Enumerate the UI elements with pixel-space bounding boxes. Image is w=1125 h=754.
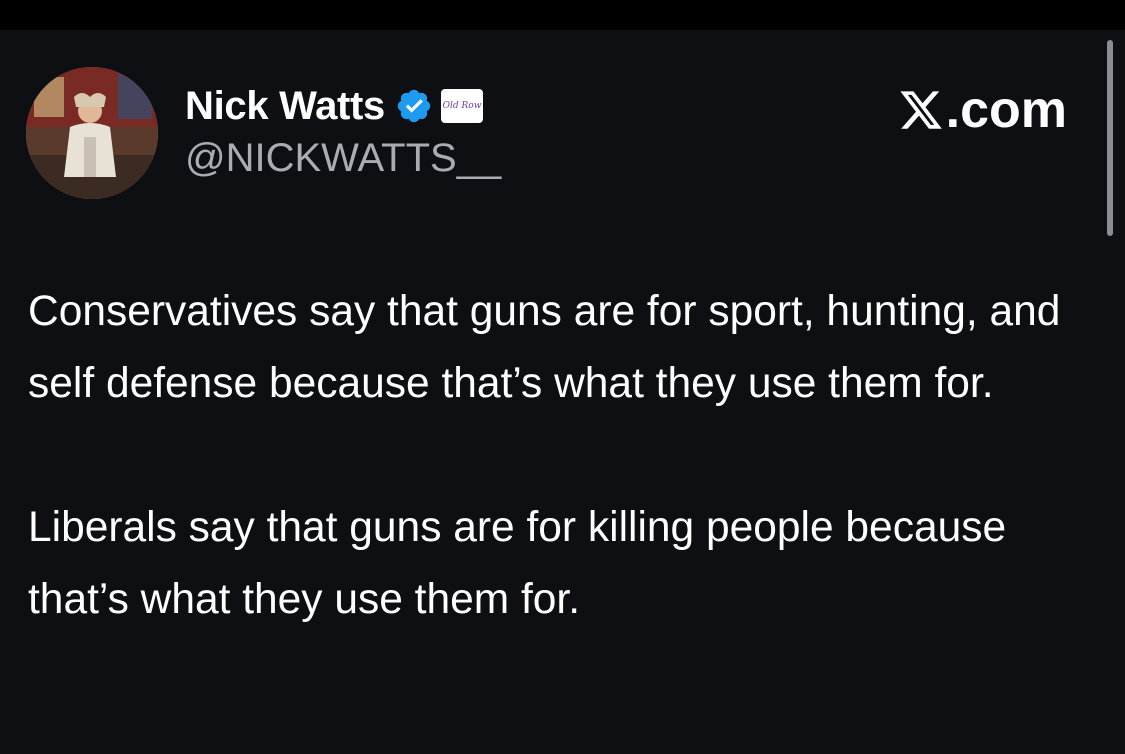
affiliate-badge-label: Old Row — [442, 101, 482, 111]
avatar-photo — [26, 67, 158, 199]
scrollbar[interactable] — [1107, 40, 1113, 236]
tweet-paragraph: Conservatives say that guns are for spor… — [28, 288, 1061, 407]
author-name-row: Nick Watts Old Row — [185, 80, 484, 132]
affiliate-badge[interactable]: Old Row — [441, 89, 484, 123]
display-name[interactable]: Nick Watts — [185, 84, 385, 129]
source-label: .com — [898, 80, 1067, 140]
source-label-text: .com — [945, 81, 1067, 139]
tweet-text: Conservatives say that guns are for spor… — [28, 276, 1088, 636]
tweet-paragraph: Liberals say that guns are for killing p… — [28, 504, 1007, 623]
author-handle[interactable]: @NICKWATTS__ — [185, 136, 501, 181]
top-bar — [0, 0, 1125, 30]
x-logo-icon — [900, 91, 942, 129]
verified-badge-icon — [397, 89, 431, 123]
avatar[interactable] — [26, 67, 158, 199]
